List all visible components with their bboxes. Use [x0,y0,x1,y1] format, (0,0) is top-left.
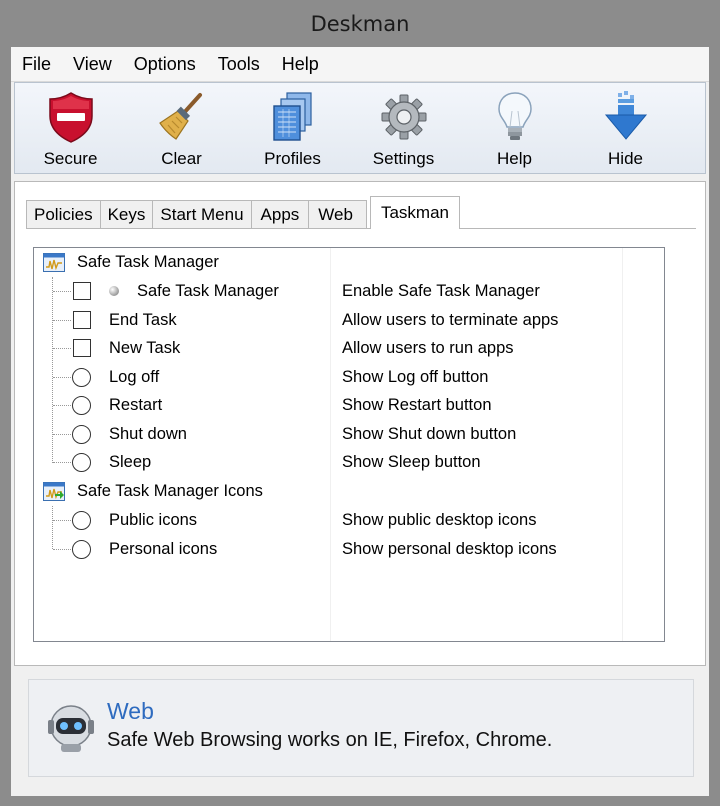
help-button[interactable]: Help [459,83,570,173]
help-label: Help [497,149,532,168]
tree-line [53,376,71,378]
clear-label: Clear [161,149,202,168]
hide-label: Hide [608,149,643,168]
content-area: Policies Keys Start Menu Apps Web Taskma… [14,181,706,666]
info-text: Safe Web Browsing works on IE, Firefox, … [107,729,553,751]
profiles-icon [272,92,312,141]
tree-group-label: Safe Task Manager [77,253,219,271]
settings-button[interactable]: Settings [348,83,459,173]
tree-item-description: Show personal desktop icons [342,539,557,558]
menu-bar: File View Options Tools Help [11,47,709,82]
shield-icon [48,92,93,143]
secure-button[interactable]: Secure [15,83,126,173]
main-window: File View Options Tools Help Secure Clea… [11,47,709,796]
tree-item-description: Show Log off button [342,367,489,386]
tree-item[interactable]: Public icons Show public desktop icons [34,506,664,535]
tree-group-label: Safe Task Manager Icons [77,482,263,500]
radio-button[interactable] [72,424,91,444]
tree-item[interactable]: Restart Show Restart button [34,391,664,420]
tree-item-label: Restart [109,396,163,414]
toolbar: Secure Clear Profiles Settings Help Hide [14,82,706,174]
lightbulb-icon [497,92,532,140]
tab-strip: Policies Keys Start Menu Apps Web Taskma… [26,196,460,229]
down-arrow-icon [604,91,647,140]
tree-item-label: New Task [109,339,181,357]
robot-icon [48,705,94,752]
broom-icon [158,93,202,140]
window-title: Deskman [310,11,410,36]
hide-button[interactable]: Hide [570,83,681,173]
secure-label: Secure [43,149,98,168]
tree-item[interactable]: Sleep Show Sleep button [34,448,664,477]
menu-tools[interactable]: Tools [207,47,271,81]
tree-item[interactable]: End Task Allow users to terminate apps [34,306,664,335]
radio-button[interactable] [72,511,91,530]
radio-button[interactable] [72,367,91,387]
info-panel: Web Safe Web Browsing works on IE, Firef… [28,679,694,777]
radio-button[interactable] [72,539,91,559]
tree-item-label: Shut down [109,424,187,443]
settings-tree: Safe Task Manager Safe Task Manager Enab… [33,247,665,642]
profiles-label: Profiles [264,149,321,168]
tree-item-description: Allow users to run apps [342,339,514,357]
tree-line [53,433,71,435]
radio-button[interactable] [72,396,91,415]
tree-item-label: End Task [109,310,177,329]
tab-policies[interactable]: Policies [26,200,101,228]
checkbox[interactable] [73,282,91,300]
checkbox[interactable] [73,310,91,329]
tree-item-label: Personal icons [109,539,218,558]
menu-options[interactable]: Options [123,47,207,81]
tree-item-description: Allow users to terminate apps [342,310,559,329]
tab-keys[interactable]: Keys [99,200,154,228]
info-title: Web [107,698,154,724]
tree-item[interactable]: Safe Task Manager Enable Safe Task Manag… [34,277,664,306]
tree-item-description: Show Restart button [342,396,492,414]
tree-item-description: Show Sleep button [342,453,481,471]
gear-icon [381,94,426,140]
tree-item[interactable]: New Task Allow users to run apps [34,334,664,363]
menu-help[interactable]: Help [271,47,330,81]
tree-item-label: Public icons [109,511,198,529]
tab-apps[interactable]: Apps [250,200,310,228]
taskman-panel: Safe Task Manager Safe Task Manager Enab… [26,228,696,655]
tree-item-label: Log off [109,367,160,386]
tree-line [53,405,71,406]
tree-line [53,462,71,463]
tab-start-menu[interactable]: Start Menu [152,200,252,228]
radio-button[interactable] [72,453,91,472]
tree-item-label: Safe Task Manager [137,282,279,300]
task-manager-icon [43,253,65,272]
tree-line [53,348,71,349]
tree-line [53,319,71,321]
tree-group-safe-task-manager-icons[interactable]: Safe Task Manager Icons [34,477,664,506]
settings-label: Settings [372,149,435,168]
tree-group-safe-task-manager[interactable]: Safe Task Manager [34,248,664,277]
tree-item-description: Show public desktop icons [342,511,537,529]
clear-button[interactable]: Clear [126,83,237,173]
tree-item-label: Sleep [109,453,152,471]
status-dot-icon [109,286,119,296]
tree-item-description: Show Shut down button [342,424,517,443]
tree-item[interactable]: Personal icons Show personal desktop ico… [34,535,664,564]
tree-line [53,548,71,550]
checkbox[interactable] [73,339,91,357]
task-manager-icons-icon [43,482,65,501]
tree-item[interactable]: Log off Show Log off button [34,363,664,392]
profiles-button[interactable]: Profiles [237,83,348,173]
tab-web[interactable]: Web [308,200,367,228]
tree-line [53,291,71,292]
tree-item[interactable]: Shut down Show Shut down button [34,420,664,449]
menu-view[interactable]: View [62,47,123,81]
menu-file[interactable]: File [11,47,62,81]
tree-line [53,520,71,521]
tab-taskman[interactable]: Taskman [369,196,460,229]
tree-item-description: Enable Safe Task Manager [342,282,540,300]
